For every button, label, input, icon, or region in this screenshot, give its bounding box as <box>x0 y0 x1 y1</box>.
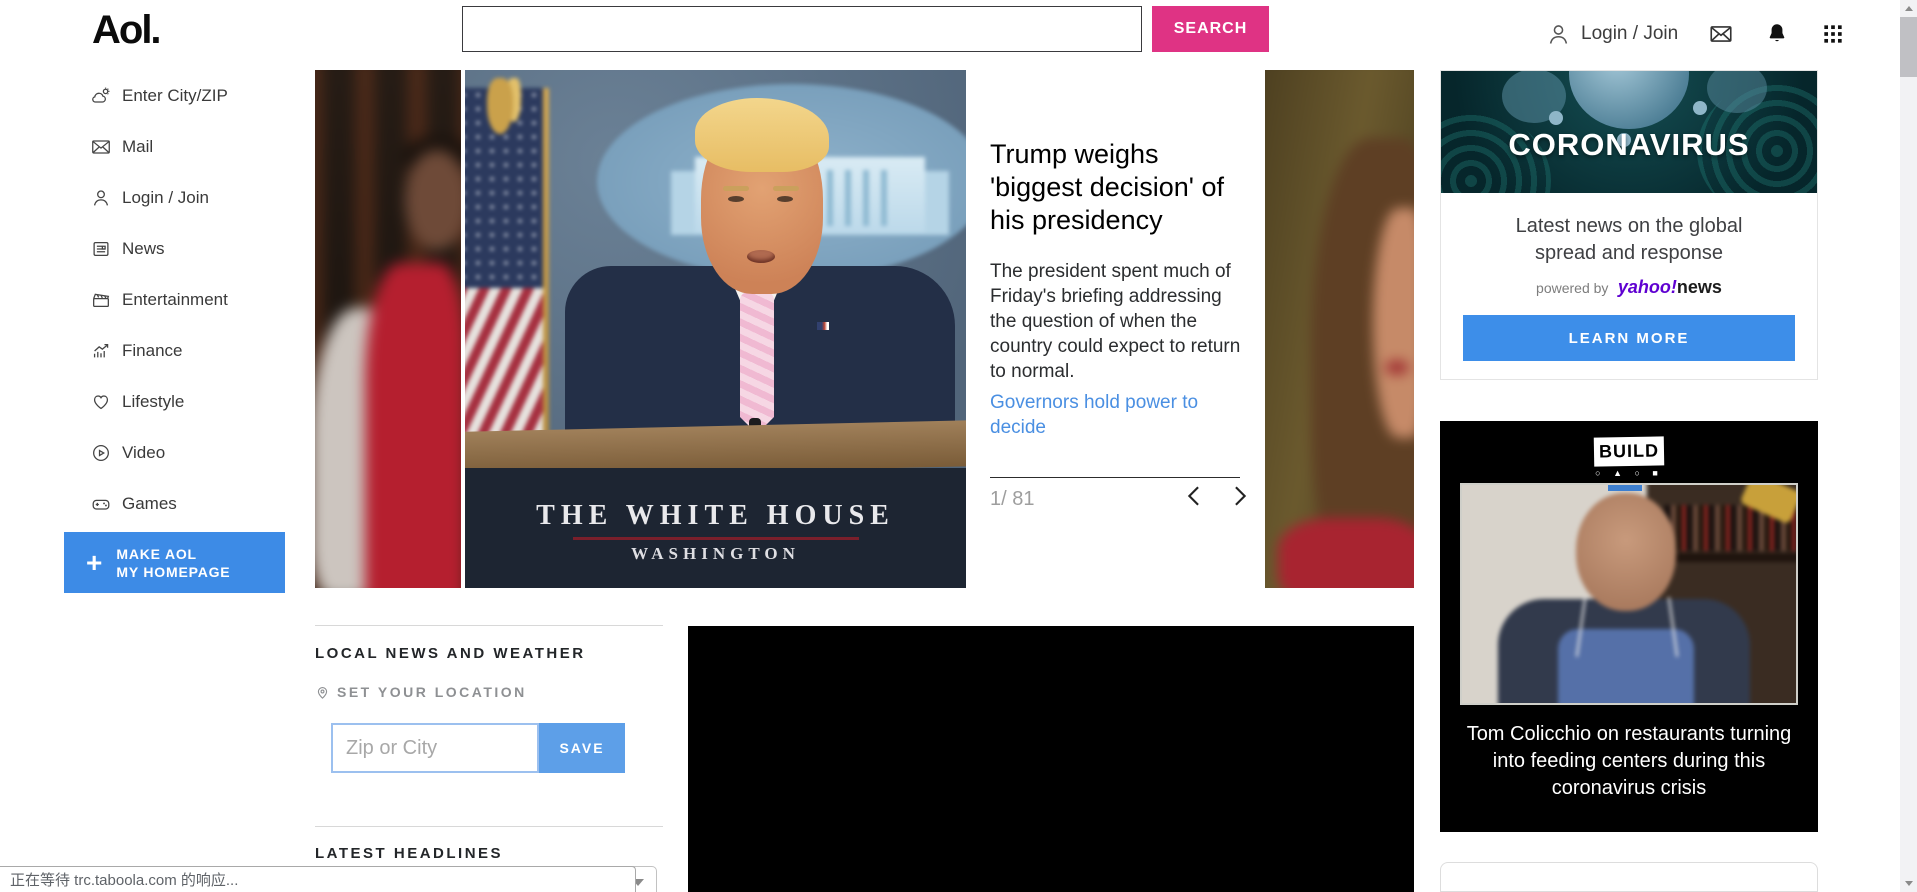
search-input[interactable] <box>462 6 1142 52</box>
hero-carousel: THE WHITE HOUSE WASHINGTON Trump weighs … <box>315 70 1414 588</box>
sidebar-item-label: Games <box>122 494 177 513</box>
sidebar-item-label: Entertainment <box>122 290 228 309</box>
coronavirus-module: CORONAVIRUS Latest news on the global sp… <box>1440 70 1818 380</box>
chevron-right-icon <box>1226 482 1254 510</box>
set-your-location[interactable]: SET YOUR LOCATION <box>315 684 527 700</box>
arrow-down-icon <box>1904 881 1913 886</box>
entertainment-icon <box>90 289 112 311</box>
video-player[interactable] <box>688 626 1414 892</box>
local-news-section-title: LOCAL NEWS AND WEATHER <box>315 645 586 662</box>
bell-icon <box>1764 21 1790 47</box>
carousel-prev-button[interactable] <box>1180 482 1208 512</box>
header-actions: Login / Join <box>1545 18 1846 50</box>
coronavirus-banner-image: CORONAVIRUS <box>1441 71 1817 193</box>
build-video-caption[interactable]: Tom Colicchio on restaurants turning int… <box>1464 721 1794 802</box>
sidebar-item-video[interactable]: Video <box>90 441 290 465</box>
plus-icon: + <box>86 546 103 578</box>
sidebar-item-games[interactable]: Games <box>90 492 290 516</box>
sidebar-item-news[interactable]: News <box>90 237 290 261</box>
story-link[interactable]: Governors hold power to decide <box>990 390 1242 440</box>
scrollbar-thumb[interactable] <box>1900 17 1917 77</box>
browser-status-bubble: 正在等待 trc.taboola.com 的响应... <box>0 866 636 892</box>
right-rail-next-module <box>1440 862 1818 892</box>
mail-icon <box>1708 21 1734 47</box>
arrow-up-icon <box>1904 6 1913 11</box>
sidebar-item-label: Login / Join <box>122 188 209 207</box>
location-pin-icon <box>315 685 337 700</box>
chevron-left-icon <box>1180 482 1208 510</box>
latest-headlines-section-title: LATEST HEADLINES <box>315 845 504 862</box>
carousel-story-card: Trump weighs 'biggest decision' of his p… <box>966 70 1262 588</box>
podium-text-line1: THE WHITE HOUSE <box>536 500 895 531</box>
learn-more-button[interactable]: LEARN MORE <box>1463 315 1795 361</box>
sidebar-item-label: Finance <box>122 341 183 360</box>
coronavirus-banner-title: CORONAVIRUS <box>1508 127 1750 162</box>
powered-by-yahoo-news: powered by yahoo!news <box>1441 277 1817 298</box>
page-scrollbar[interactable] <box>1900 0 1917 892</box>
carousel-next-button[interactable] <box>1226 482 1254 512</box>
set-location-label: SET YOUR LOCATION <box>337 684 527 700</box>
search-button[interactable]: SEARCH <box>1152 6 1269 52</box>
sidebar-item-mail[interactable]: Mail <box>90 135 290 159</box>
sidebar-item-login-join[interactable]: Login / Join <box>90 186 290 210</box>
mail-icon <box>90 136 112 158</box>
games-icon <box>90 493 112 515</box>
sidebar-item-label: Mail <box>122 137 154 156</box>
sidebar-item-label: Enter City/ZIP <box>122 86 228 105</box>
podium-text-line2: WASHINGTON <box>631 544 800 563</box>
section-divider <box>315 625 663 626</box>
story-summary: The president spent much of Friday's bri… <box>990 261 1241 382</box>
yahoo-logo: yahoo! <box>1617 277 1677 297</box>
make-aol-homepage-button[interactable]: + MAKE AOL MY HOMEPAGE <box>64 532 285 593</box>
sidebar-item-finance[interactable]: Finance <box>90 339 290 363</box>
coronavirus-heading: Latest news on the global spread and res… <box>1515 215 1743 264</box>
mail-icon-button[interactable] <box>1708 21 1734 47</box>
carousel-page-indicator: 1/ 81 <box>990 488 1035 510</box>
scroll-down-button[interactable] <box>1900 875 1917 892</box>
homepage-button-line2: MY HOMEPAGE <box>116 563 231 580</box>
person-icon <box>1545 21 1572 48</box>
homepage-button-line1: MAKE AOL <box>116 545 197 562</box>
card-divider <box>990 477 1240 478</box>
aol-logo[interactable]: Aol. <box>92 8 162 53</box>
video-icon <box>90 442 112 464</box>
save-location-button[interactable]: SAVE <box>539 723 625 773</box>
story-title[interactable]: Trump weighs 'biggest decision' of his p… <box>990 138 1238 237</box>
sidebar-item-entertainment[interactable]: Entertainment <box>90 288 290 312</box>
notifications-button[interactable] <box>1764 21 1790 47</box>
sidebar-nav: Enter City/ZIP Mail Login / Join News En… <box>90 84 290 543</box>
white-house-podium: THE WHITE HOUSE WASHINGTON <box>465 468 966 588</box>
grid-icon <box>1820 21 1846 47</box>
aol-homepage: Aol. SEARCH Login / Join Enter City/ZIP … <box>0 0 1917 892</box>
finance-icon <box>90 340 112 362</box>
scroll-up-button[interactable] <box>1900 0 1917 17</box>
build-logo: BUILD <box>1593 436 1665 467</box>
section-divider <box>315 826 663 827</box>
sidebar-item-lifestyle[interactable]: Lifestyle <box>90 390 290 414</box>
build-video-module: BUILD ○ ▲ ○ ■ Tom Colicchio on restauran… <box>1440 421 1818 832</box>
sidebar-item-label: Video <box>122 443 166 462</box>
apps-grid-button[interactable] <box>1820 21 1846 47</box>
login-join-label: Login / Join <box>1581 23 1679 44</box>
build-video-thumbnail[interactable] <box>1460 483 1798 705</box>
login-join-button[interactable]: Login / Join <box>1545 21 1678 48</box>
sidebar-item-label: News <box>122 239 165 258</box>
weather-icon <box>90 85 112 107</box>
carousel-next-slide-image[interactable] <box>1265 70 1414 588</box>
person-icon <box>90 187 112 209</box>
news-logo: news <box>1676 277 1722 297</box>
sidebar-item-label: Lifestyle <box>122 392 185 411</box>
zip-city-input[interactable] <box>331 723 539 773</box>
news-icon <box>90 238 112 260</box>
carousel-prev-slide-image[interactable] <box>315 70 461 588</box>
powered-by-label: powered by <box>1536 280 1609 296</box>
build-logo-shapes: ○ ▲ ○ ■ <box>1595 468 1663 478</box>
carousel-main-image[interactable]: THE WHITE HOUSE WASHINGTON <box>465 70 966 588</box>
sidebar-item-enter-city-zip[interactable]: Enter City/ZIP <box>90 84 290 108</box>
heart-icon <box>90 391 112 413</box>
browser-status-text: 正在等待 trc.taboola.com 的响应... <box>10 872 239 889</box>
